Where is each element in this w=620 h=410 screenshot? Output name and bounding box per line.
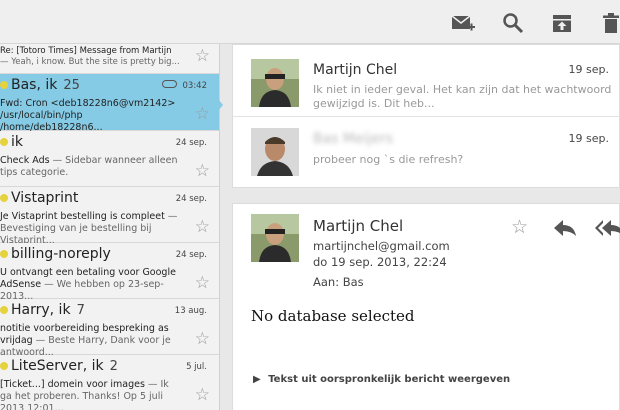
triangle-right-icon: ▶ — [253, 374, 261, 385]
important-marker-icon — [0, 362, 8, 370]
trash-icon[interactable] — [598, 10, 620, 36]
action-bar — [0, 0, 620, 44]
conversation-sender: Vistaprint — [0, 190, 78, 206]
conversation-subject: Check Ads — Sidebar wanneer alleen tips … — [0, 155, 178, 178]
important-marker-icon — [0, 250, 8, 258]
message-datetime: do 19 sep. 2013, 22:24 — [313, 255, 447, 269]
conversation-item[interactable]: LiteServer, ik 2 5 jul. [Ticket...] domei… — [0, 355, 219, 410]
conversation-subject: Je Vistaprint bestelling is compleet — B… — [0, 211, 178, 246]
conversation-item[interactable]: ik 24 sep. Check Ads — Sidebar wanneer a… — [0, 131, 219, 187]
conversation-sender: Harry, ik 7 — [0, 302, 85, 318]
avatar — [251, 59, 299, 107]
conversation-date: 5 jul. — [186, 362, 207, 372]
star-icon[interactable]: ☆ — [195, 387, 210, 404]
sender-name: Martijn Chel — [313, 217, 404, 235]
reply-all-icon[interactable] — [595, 219, 620, 237]
conversation-date: 24 sep. — [175, 138, 207, 148]
sender-name: Martijn Chel — [313, 62, 398, 78]
recipients: Aan: Bas — [313, 275, 364, 289]
conversation-item[interactable]: Vistaprint 24 sep. Je Vistaprint bestell… — [0, 187, 219, 246]
reply-icon[interactable] — [553, 219, 577, 237]
conversation-sender: LiteServer, ik 2 — [0, 358, 118, 374]
star-icon[interactable]: ☆ — [195, 106, 210, 123]
conversation-list: Re: [Totoro Times] Message from Martijn … — [0, 44, 220, 410]
message-collapsed[interactable]: Bas Meijers 19 sep. probeer nog `s die r… — [233, 117, 620, 189]
message-body: No database selected — [251, 307, 415, 325]
selection-pointer — [213, 93, 223, 117]
conversation-date: 24 sep. — [175, 250, 207, 260]
star-icon[interactable]: ☆ — [195, 275, 210, 292]
conversation-subject: notitie voorbereiding bespreking as vrij… — [0, 323, 171, 358]
star-icon[interactable]: ☆ — [511, 216, 528, 238]
important-marker-icon — [0, 138, 8, 146]
star-icon[interactable]: ☆ — [195, 48, 210, 65]
message-date: 19 sep. — [568, 63, 609, 76]
conversation-date: 13 aug. — [174, 306, 207, 316]
message-preview: Ik niet in ieder geval. Het kan zijn dat… — [313, 83, 612, 110]
sender-name: Bas Meijers — [313, 131, 394, 147]
avatar — [251, 214, 299, 262]
compose-icon[interactable] — [450, 10, 476, 36]
archive-icon[interactable] — [549, 10, 575, 36]
attachment-icon — [162, 80, 177, 88]
important-marker-icon — [0, 81, 8, 89]
conversation-sender: billing-noreply — [0, 246, 111, 262]
show-quoted-text-label: Tekst uit oorspronkelijk bericht weergev… — [268, 374, 511, 385]
star-icon[interactable]: ☆ — [195, 163, 210, 180]
conversation-sender: Bas, ik 25 — [0, 77, 80, 93]
sender-email: martijnchel@gmail.com — [313, 239, 450, 253]
important-marker-icon — [0, 306, 8, 314]
conversation-date: 24 sep. — [175, 194, 207, 204]
open-message-card: Martijn Chel martijnchel@gmail.com do 19… — [232, 203, 620, 410]
message-date: 19 sep. — [568, 132, 609, 145]
conversation-item[interactable]: Re: [Totoro Times] Message from Martijn … — [0, 44, 219, 74]
conversation-item-selected[interactable]: Bas, ik 25 03:42 Fwd: Cron <deb18228n6@vm… — [0, 74, 219, 133]
conversation-sender: ik — [0, 134, 23, 150]
star-icon[interactable]: ☆ — [195, 331, 210, 348]
avatar — [251, 128, 299, 176]
star-icon[interactable]: ☆ — [195, 219, 210, 236]
conversation-item[interactable]: Harry, ik 7 13 aug. notitie voorbereiding… — [0, 299, 219, 358]
conversation-item[interactable]: billing-noreply 24 sep. U ontvangt een b… — [0, 243, 219, 302]
conversation-date: 03:42 — [182, 81, 208, 91]
collapsed-messages-card: Martijn Chel 19 sep. Ik niet in ieder ge… — [232, 44, 620, 188]
search-icon[interactable] — [500, 10, 526, 36]
show-quoted-text-toggle[interactable]: ▶ Tekst uit oorspronkelijk bericht weerg… — [253, 374, 510, 385]
conversation-subject: [Ticket...] domein voor images — Ik ga h… — [0, 379, 169, 410]
important-marker-icon — [0, 194, 8, 202]
conversation-subject: U ontvangt een betaling voor Google AdSe… — [0, 267, 176, 302]
message-collapsed[interactable]: Martijn Chel 19 sep. Ik niet in ieder ge… — [233, 45, 620, 117]
message-preview: probeer nog `s die refresh? — [313, 153, 464, 166]
conversation-subject: Re: [Totoro Times] Message from Martijn … — [0, 46, 180, 67]
conversation-subject: Fwd: Cron <deb18228n6@vm2142> /usr/local… — [0, 98, 176, 133]
